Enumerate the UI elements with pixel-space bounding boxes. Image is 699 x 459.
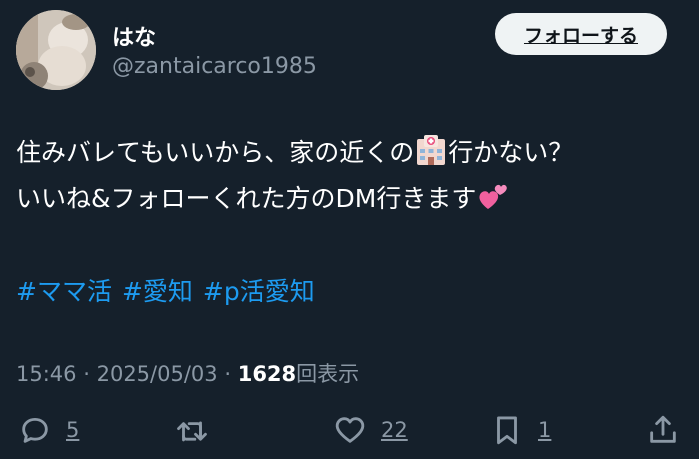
post-meta: 15:46 · 2025/05/03 · 1628回表示 (16, 358, 359, 388)
like-count: 22 (381, 418, 408, 442)
post-text: 住みバレてもいいから、家の近くの 行かない？ いいね&フォローくれた方のDM行き… (16, 130, 686, 222)
bookmark-count: 1 (538, 418, 552, 442)
action-bar: 5 22 1 (0, 410, 699, 459)
share-button[interactable] (646, 410, 680, 450)
post-text-segment: いいね&フォローくれた方のDM行きます (16, 184, 477, 213)
post-text-segment: 住みバレてもいいから、家の近くの (16, 138, 415, 167)
post-text-segment: 行かない？ (448, 138, 574, 167)
meta-separator: · (83, 362, 90, 386)
hashtag-link[interactable]: #愛知 (122, 277, 193, 306)
follow-button[interactable]: フォローする (495, 13, 667, 55)
avatar[interactable] (16, 10, 96, 90)
views-label: 回表示 (296, 362, 360, 386)
reply-count: 5 (66, 418, 80, 442)
post-time[interactable]: 15:46 (16, 362, 77, 386)
bookmark-icon (497, 416, 517, 445)
two-hearts-icon (476, 179, 510, 213)
post-date[interactable]: 2025/05/03 (97, 362, 218, 386)
share-icon (650, 415, 676, 443)
meta-separator: · (224, 362, 232, 386)
reply-button[interactable]: 5 (18, 410, 79, 450)
views-count: 1628 (237, 362, 297, 386)
hashtags: #ママ活 #愛知 #p活愛知 (16, 272, 325, 308)
bookmark-button[interactable]: 1 (490, 410, 551, 450)
retweet-button[interactable] (175, 410, 223, 450)
like-button[interactable]: 22 (333, 410, 408, 450)
hospital-icon (414, 133, 448, 167)
post-text-line-1: 住みバレてもいいから、家の近くの 行かない？ (16, 130, 686, 176)
heart-icon (335, 417, 365, 443)
reply-icon (22, 417, 48, 443)
hashtag-link[interactable]: #ママ活 (16, 277, 112, 306)
hashtag-link[interactable]: #p活愛知 (203, 277, 315, 306)
avatar-image (16, 10, 96, 90)
retweet-icon (177, 421, 207, 442)
user-handle[interactable]: @zantaicarco1985 (112, 54, 317, 79)
post-text-line-2: いいね&フォローくれた方のDM行きます (16, 176, 686, 222)
display-name[interactable]: はな (112, 20, 156, 52)
